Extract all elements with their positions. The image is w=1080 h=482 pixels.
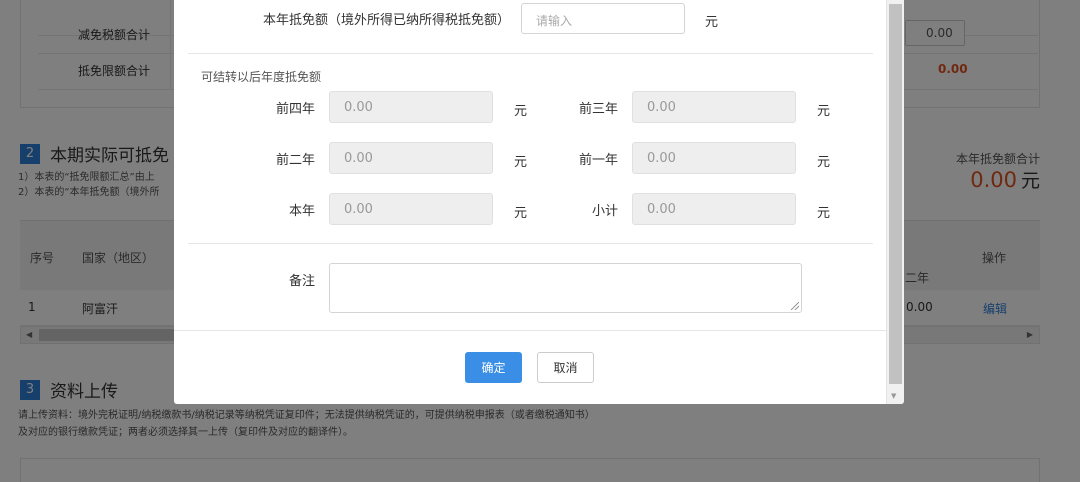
scroll-down-icon[interactable]: ▼: [891, 392, 896, 400]
divider: [188, 53, 873, 54]
credit-edit-dialog: 本年抵免额（境外所得已纳所得税抵免额） 请输入 元 可结转以后年度抵免额 前四年…: [174, 0, 904, 404]
dialog-vertical-scrollbar[interactable]: ▼: [886, 0, 904, 404]
carry-forward-title: 可结转以后年度抵免额: [201, 70, 322, 84]
current-year-credit-input[interactable]: 请输入: [521, 3, 685, 34]
prev3-label: 前三年: [579, 102, 619, 117]
cancel-button[interactable]: 取消: [537, 352, 594, 383]
remark-textarea[interactable]: [329, 263, 802, 313]
prev2-unit: 元: [514, 155, 528, 170]
confirm-button[interactable]: 确定: [465, 352, 522, 383]
prev3-input: 0.00: [632, 91, 796, 123]
current-year-credit-unit: 元: [705, 15, 719, 30]
prev2-input: 0.00: [329, 142, 493, 174]
this-year-unit: 元: [514, 206, 528, 221]
subtotal-unit: 元: [817, 206, 831, 221]
current-year-credit-label: 本年抵免额（境外所得已纳所得税抵免额）: [263, 13, 511, 28]
subtotal-label: 小计: [592, 204, 619, 219]
prev2-label: 前二年: [276, 153, 316, 168]
footer-divider: [174, 330, 886, 331]
prev4-unit: 元: [514, 104, 528, 119]
subtotal-input: 0.00: [632, 193, 796, 225]
prev3-unit: 元: [817, 104, 831, 119]
prev4-input: 0.00: [329, 91, 493, 123]
resize-grip-icon[interactable]: [791, 302, 799, 310]
prev1-label: 前一年: [579, 153, 619, 168]
this-year-input: 0.00: [329, 193, 493, 225]
prev1-input: 0.00: [632, 142, 796, 174]
prev1-unit: 元: [817, 155, 831, 170]
this-year-label: 本年: [289, 204, 316, 219]
prev4-label: 前四年: [276, 102, 316, 117]
scrollbar-thumb[interactable]: [889, 4, 902, 384]
divider: [188, 243, 873, 244]
remark-label: 备注: [289, 274, 316, 289]
